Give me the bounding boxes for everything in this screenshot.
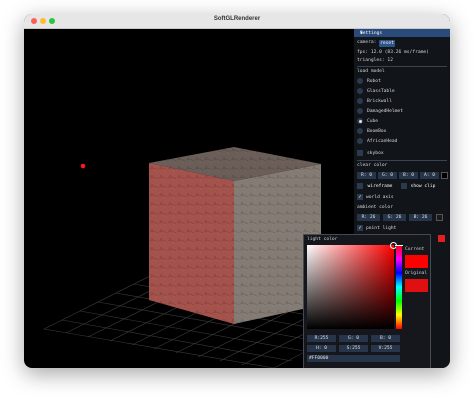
- point-light-marker: [80, 163, 86, 169]
- clear-r-field[interactable]: R: 0: [357, 172, 376, 179]
- ambient-b-field[interactable]: B: 26: [409, 214, 432, 221]
- hue-slider[interactable]: [396, 245, 402, 329]
- model-label-brickwall: Brickwall: [367, 99, 392, 104]
- ambient-color-label: ambient color: [357, 205, 393, 210]
- clear-color-swatch[interactable]: [441, 172, 448, 179]
- saturation-value-area[interactable]: [307, 245, 394, 329]
- divider: [357, 160, 447, 161]
- cube-model: [149, 147, 321, 324]
- checkmark-icon: ✓: [358, 225, 362, 231]
- load-model-label: load model: [357, 69, 385, 74]
- skybox-checkbox[interactable]: [357, 150, 363, 156]
- model-radio-glasstable[interactable]: [357, 88, 363, 94]
- picker-g-field[interactable]: G: 0: [339, 335, 368, 342]
- show-clip-checkbox[interactable]: [401, 183, 407, 189]
- color-picker-popup: light color Current Original R:255 G: 0 …: [303, 234, 431, 368]
- window-title: SoftGLRenderer: [213, 16, 261, 22]
- picker-s-field[interactable]: S:255: [339, 345, 368, 352]
- world-axis-label: world axis: [366, 195, 394, 200]
- settings-title: Settings: [360, 31, 383, 36]
- model-radio-cube[interactable]: [357, 118, 363, 124]
- current-label: Current: [405, 247, 425, 252]
- current-color-swatch: [405, 255, 428, 268]
- model-label-robot: Robot: [367, 79, 381, 84]
- light-color-swatch[interactable]: [438, 235, 445, 242]
- ambient-color-swatch[interactable]: [436, 214, 443, 221]
- picker-v-field[interactable]: V:255: [371, 345, 400, 352]
- wireframe-checkbox[interactable]: [357, 183, 363, 189]
- picker-hex-field[interactable]: #FF0000: [307, 355, 400, 362]
- clear-color-label: clear color: [357, 163, 388, 168]
- app-window: SoftGLRenderer ▼ Settings camera: reset …: [24, 14, 450, 368]
- clear-a-field[interactable]: A: 0: [420, 172, 439, 179]
- ambient-r-field[interactable]: R: 26: [357, 214, 380, 221]
- divider: [357, 66, 447, 67]
- model-radio-brickwall[interactable]: [357, 98, 363, 104]
- point-light-label: point light: [366, 226, 397, 231]
- model-radio-damagedhelmet[interactable]: [357, 108, 363, 114]
- original-color-swatch[interactable]: [405, 279, 428, 292]
- show-clip-label: show clip: [410, 184, 436, 189]
- model-label-africanhead: AfricanHead: [367, 139, 398, 144]
- camera-label: camera:: [357, 40, 377, 45]
- model-radio-africanhead[interactable]: [357, 138, 363, 144]
- model-label-glasstable: GlassTable: [367, 89, 395, 94]
- picker-r-field[interactable]: R:255: [307, 335, 336, 342]
- picker-b-field[interactable]: B: 0: [371, 335, 400, 342]
- triangles-text: triangles: 12: [357, 58, 393, 63]
- model-label-boombox: BoomBox: [367, 129, 387, 134]
- clear-b-field[interactable]: B: 0: [399, 172, 418, 179]
- ambient-g-field[interactable]: G: 26: [383, 214, 406, 221]
- hue-marker[interactable]: [395, 245, 403, 246]
- skybox-label: skybox: [367, 151, 384, 156]
- model-radio-robot[interactable]: [357, 78, 363, 84]
- reset-camera-button[interactable]: reset: [379, 40, 395, 47]
- settings-header[interactable]: ▼ Settings: [354, 29, 450, 37]
- point-light-checkbox[interactable]: ✓: [357, 225, 363, 231]
- picker-h-field[interactable]: H: 0: [307, 345, 336, 352]
- wireframe-label: wireframe: [367, 184, 393, 189]
- original-label: Original: [405, 271, 428, 276]
- fps-text: fps: 12.0 (83.26 ms/frame): [357, 50, 429, 55]
- model-radio-boombox[interactable]: [357, 128, 363, 134]
- clear-g-field[interactable]: G: 0: [378, 172, 397, 179]
- title-bar: SoftGLRenderer: [24, 14, 450, 29]
- model-label-damagedhelmet: DamagedHelmet: [367, 109, 403, 114]
- checkmark-icon: ✓: [358, 194, 362, 200]
- picker-title: light color: [307, 237, 338, 242]
- world-axis-checkbox[interactable]: ✓: [357, 194, 363, 200]
- model-label-cube: Cube: [367, 119, 379, 124]
